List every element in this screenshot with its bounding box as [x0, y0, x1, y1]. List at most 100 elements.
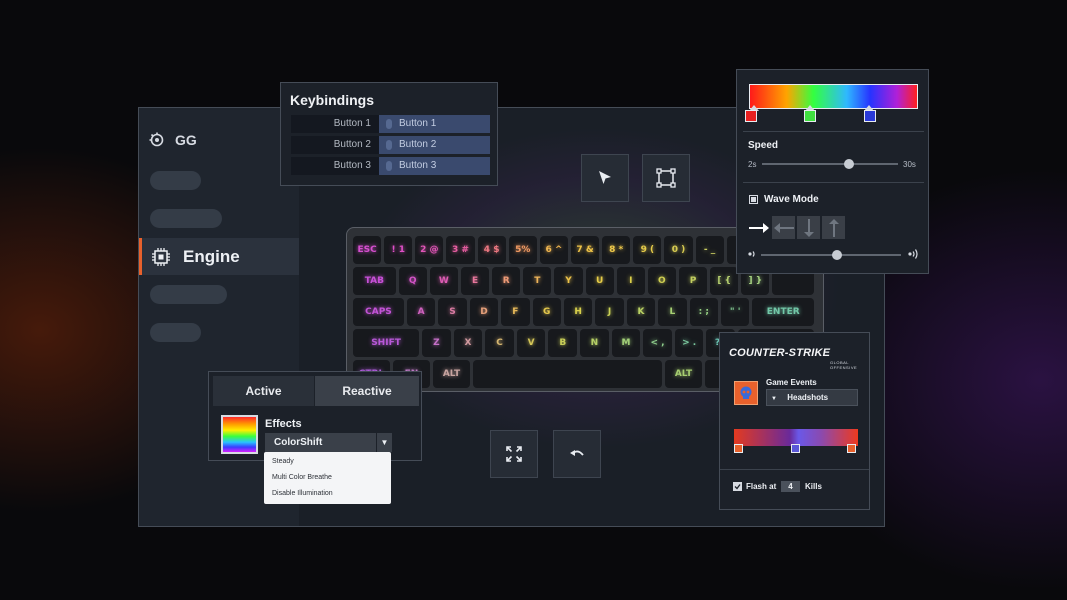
keybinding-row[interactable]: Button 2 Button 2 — [291, 136, 490, 154]
keybinding-target[interactable]: Button 2 — [379, 136, 490, 154]
game-event-select[interactable]: ▼ Headshots — [766, 389, 858, 406]
sidebar-item-placeholder[interactable] — [150, 171, 201, 190]
key[interactable]: H — [563, 298, 593, 326]
key[interactable]: C — [485, 329, 514, 357]
keybinding-row[interactable]: Button 3 Button 3 — [291, 157, 490, 175]
sidebar-item-placeholder[interactable] — [150, 209, 222, 228]
key[interactable]: ALT — [665, 360, 702, 388]
key[interactable]: 3 # — [446, 236, 475, 264]
effect-select-value: ColorShift — [274, 437, 323, 448]
tab-active[interactable]: Active — [213, 376, 314, 406]
gradient-stop-blue[interactable] — [864, 110, 876, 122]
event-stop-orange[interactable] — [734, 444, 743, 453]
key[interactable]: B — [548, 329, 578, 357]
direction-left-button[interactable] — [772, 216, 795, 239]
effect-select[interactable]: ColorShift ▼ — [265, 433, 392, 452]
key[interactable]: F — [501, 298, 530, 326]
key[interactable]: M — [611, 329, 641, 357]
gradient-stop-green[interactable] — [804, 110, 816, 122]
wave-mode-label: Wave Mode — [764, 194, 819, 205]
steelseries-logo-icon — [149, 132, 164, 147]
key[interactable]: E — [460, 267, 490, 295]
key[interactable]: A — [406, 298, 436, 326]
key[interactable]: SHIFT — [353, 329, 420, 357]
wave-mode-checkbox[interactable] — [749, 195, 758, 204]
key[interactable]: [ { — [710, 267, 739, 295]
key[interactable]: S — [438, 298, 467, 326]
sidebar-item-placeholder[interactable] — [150, 323, 201, 342]
gradient-stop-red[interactable] — [745, 110, 757, 122]
direction-up-button[interactable] — [822, 216, 845, 239]
direction-right-button[interactable] — [747, 216, 770, 239]
keybindings-panel: Keybindings Button 1 Button 1 Button 2 B… — [280, 82, 498, 186]
key[interactable]: 9 ( — [633, 236, 662, 264]
flash-checkbox[interactable] — [733, 482, 742, 491]
key[interactable]: 6 ^ — [539, 236, 568, 264]
key[interactable]: 7 & — [570, 236, 600, 264]
select-tool-button[interactable] — [581, 154, 629, 202]
key[interactable]: P — [678, 267, 708, 295]
key[interactable]: " ' — [720, 298, 750, 326]
key[interactable]: D — [469, 298, 499, 326]
key[interactable]: Z — [422, 329, 451, 357]
speed-slider-track[interactable] — [762, 159, 898, 169]
spacebar[interactable] — [473, 360, 662, 388]
key[interactable]: : ; — [689, 298, 718, 326]
key[interactable]: J — [595, 298, 624, 326]
speed-slider-thumb[interactable] — [844, 159, 855, 169]
key[interactable]: > . — [674, 329, 704, 357]
key[interactable]: R — [492, 267, 521, 295]
key[interactable]: 2 @ — [415, 236, 444, 264]
key[interactable]: ! 1 — [384, 236, 413, 264]
marquee-tool-button[interactable] — [642, 154, 690, 202]
key[interactable]: TAB — [353, 267, 396, 295]
key[interactable]: ESC — [353, 236, 382, 264]
undo-icon — [570, 450, 584, 456]
keybinding-row[interactable]: Button 1 Button 1 — [291, 115, 490, 133]
key[interactable]: 5% — [508, 236, 537, 264]
tab-reactive[interactable]: Reactive — [315, 376, 419, 406]
key[interactable]: T — [523, 267, 552, 295]
undo-button[interactable] — [553, 430, 601, 478]
key[interactable]: O — [647, 267, 676, 295]
key[interactable]: X — [453, 329, 483, 357]
key[interactable]: W — [429, 267, 458, 295]
key[interactable]: G — [532, 298, 561, 326]
key[interactable]: K — [626, 298, 656, 326]
key[interactable]: - _ — [695, 236, 724, 264]
key[interactable]: N — [580, 329, 609, 357]
key[interactable]: Q — [398, 267, 427, 295]
key[interactable]: L — [658, 298, 687, 326]
game-events-label: Game Events — [766, 378, 817, 387]
keybinding-target[interactable]: Button 3 — [379, 157, 490, 175]
arrow-down-icon — [803, 218, 814, 237]
key[interactable]: < , — [643, 329, 672, 357]
sidebar-item-placeholder[interactable] — [150, 285, 227, 304]
key[interactable]: 0 ) — [664, 236, 693, 264]
key[interactable]: I — [616, 267, 645, 295]
effect-color-swatch[interactable] — [221, 415, 258, 454]
key[interactable]: 4 $ — [477, 236, 506, 264]
key[interactable]: V — [516, 329, 546, 357]
event-stop-blue[interactable] — [791, 444, 800, 453]
dropdown-item-steady[interactable]: Steady — [272, 458, 294, 465]
key[interactable]: Y — [554, 267, 583, 295]
fullscreen-button[interactable] — [490, 430, 538, 478]
gg-brand[interactable]: GG — [149, 132, 197, 148]
key[interactable]: U — [585, 267, 614, 295]
counter-strike-subtitle: GLOBAL OFFENSIVE — [830, 360, 858, 370]
color-gradient-bar[interactable] — [749, 84, 918, 109]
wave-slider-thumb[interactable] — [831, 250, 842, 260]
key[interactable]: ENTER — [752, 298, 815, 326]
dropdown-item-disable-illumination[interactable]: Disable Illumination — [272, 490, 333, 497]
flash-kills-input[interactable]: 4 — [781, 481, 800, 492]
event-stop-orange[interactable] — [847, 444, 856, 453]
keybinding-target[interactable]: Button 1 — [379, 115, 490, 133]
sidebar-item-engine[interactable]: Engine — [139, 238, 299, 275]
key[interactable]: CAPS — [353, 298, 404, 326]
dropdown-item-multi-color-breathe[interactable]: Multi Color Breathe — [272, 474, 332, 481]
key[interactable]: 8 * — [602, 236, 631, 264]
wave-slider-track[interactable] — [761, 250, 901, 260]
key[interactable]: ALT — [433, 360, 470, 388]
direction-down-button[interactable] — [797, 216, 820, 239]
